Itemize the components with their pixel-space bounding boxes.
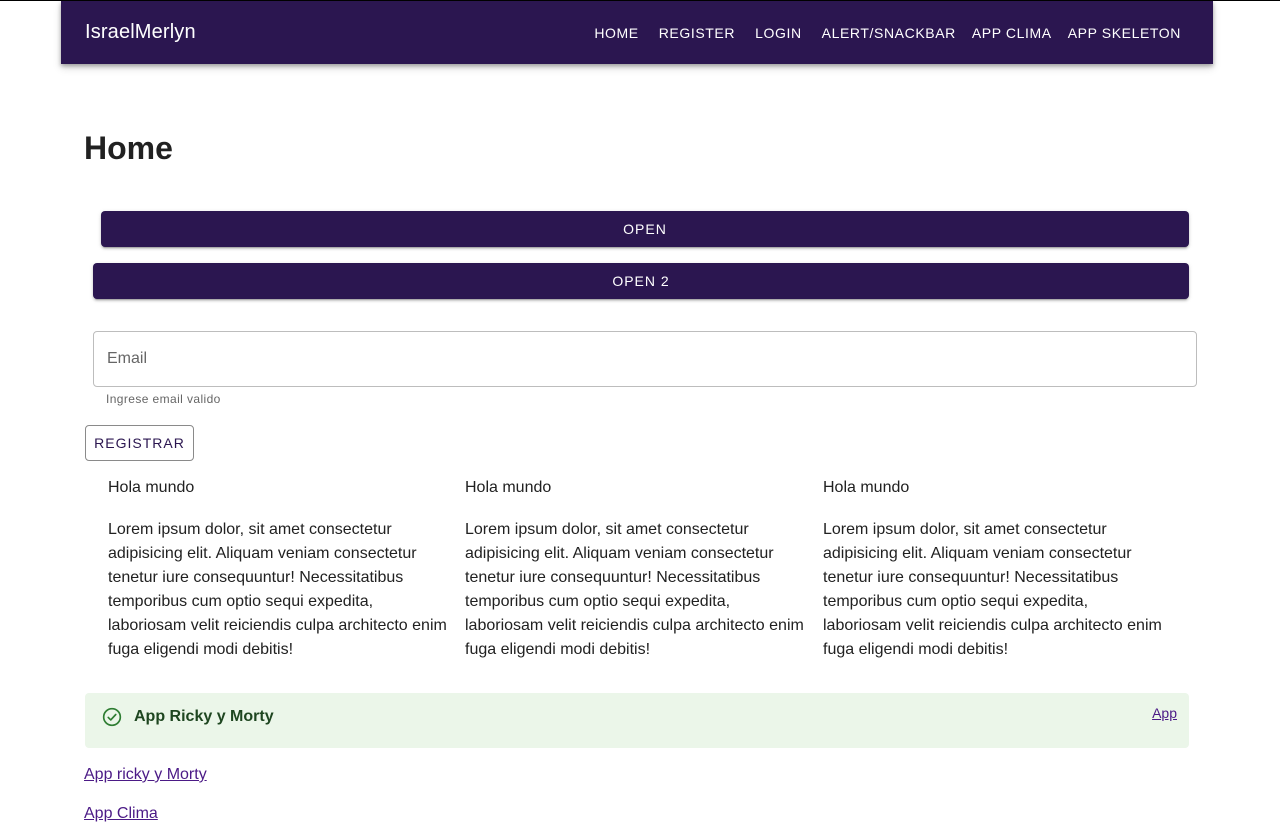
email-field: [93, 331, 1197, 387]
open-button[interactable]: OPEN: [101, 211, 1189, 247]
register-button[interactable]: REGISTRAR: [85, 425, 194, 461]
column-text: Lorem ipsum dolor, sit amet consectetur …: [465, 521, 804, 658]
column-text: Lorem ipsum dolor, sit amet consectetur …: [108, 521, 447, 658]
alert-title: App Ricky y Morty: [134, 708, 274, 725]
alert-app-link[interactable]: App: [1152, 705, 1177, 721]
email-helper-text: Ingrese email valido: [106, 392, 221, 406]
column-title: Hola mundo: [108, 479, 195, 496]
nav-home[interactable]: HOME: [586, 19, 646, 47]
main-nav: HOME REGISTER LOGIN ALERT/SNACKBAR APP C…: [586, 19, 1189, 47]
content-column-2: Hola mundo Lorem ipsum dolor, sit amet c…: [465, 478, 805, 662]
content-column-3: Hola mundo Lorem ipsum dolor, sit amet c…: [823, 478, 1163, 662]
brand-title[interactable]: IsraelMerlyn: [85, 21, 196, 44]
link-app-clima[interactable]: App Clima: [84, 805, 158, 823]
page-title: Home: [84, 130, 173, 166]
success-alert: App Ricky y Morty App: [85, 693, 1189, 748]
app-bar: IsraelMerlyn HOME REGISTER LOGIN ALERT/S…: [61, 1, 1213, 64]
nav-app-clima[interactable]: APP CLIMA: [964, 19, 1060, 47]
nav-app-skeleton[interactable]: APP SKELETON: [1060, 19, 1189, 47]
open-2-button[interactable]: OPEN 2: [93, 263, 1189, 299]
column-title: Hola mundo: [823, 479, 910, 496]
check-circle-icon: [102, 707, 122, 727]
link-app-ricky-y-morty[interactable]: App ricky y Morty: [84, 766, 207, 784]
nav-alert-snackbar[interactable]: ALERT/SNACKBAR: [814, 19, 964, 47]
content-column-1: Hola mundo Lorem ipsum dolor, sit amet c…: [108, 478, 448, 662]
column-text: Lorem ipsum dolor, sit amet consectetur …: [823, 521, 1162, 658]
nav-login[interactable]: LOGIN: [747, 19, 810, 47]
email-input[interactable]: [94, 332, 1196, 386]
nav-register[interactable]: REGISTER: [651, 19, 743, 47]
column-title: Hola mundo: [465, 479, 552, 496]
